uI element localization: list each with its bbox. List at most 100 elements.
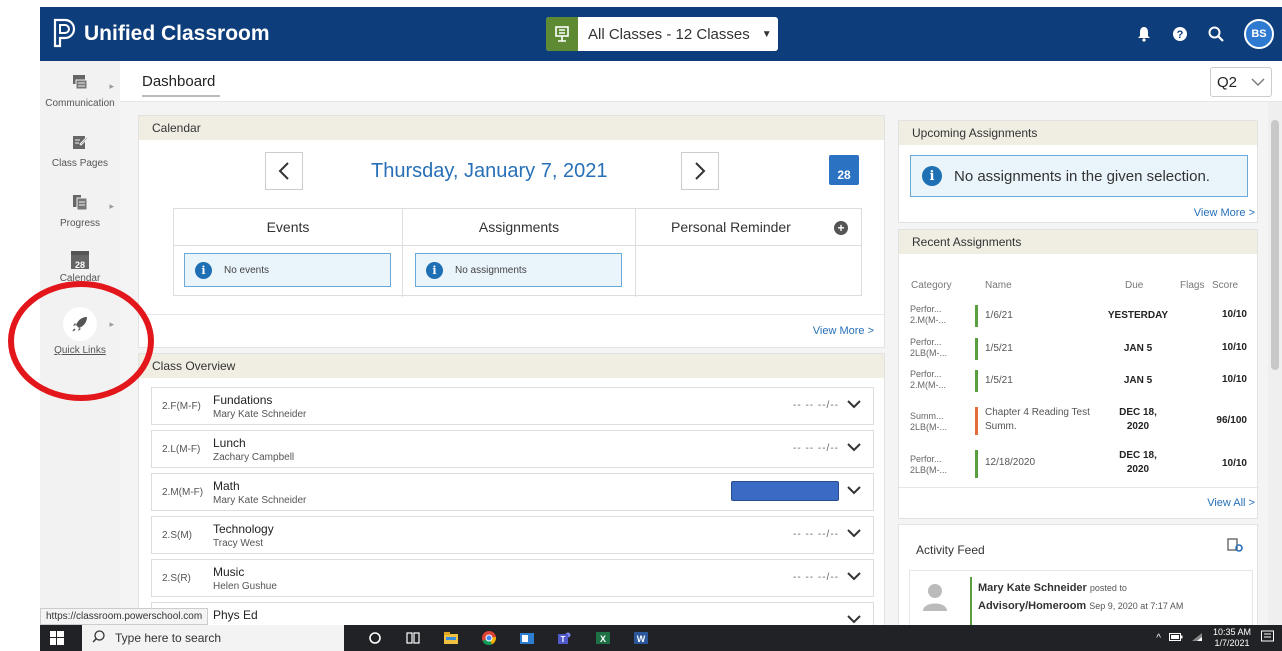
chevron-down-icon[interactable] bbox=[847, 482, 861, 498]
info-icon: i bbox=[195, 261, 212, 279]
scrollbar-thumb[interactable] bbox=[1271, 120, 1279, 370]
class-row-phys-ed[interactable]: Phys Ed bbox=[151, 602, 874, 625]
class-row-math[interactable]: 2.M(M-F) Math Mary Kate Schneider bbox=[151, 473, 874, 511]
sidebar-item-quick-links[interactable]: ▸ Quick Links bbox=[40, 307, 120, 356]
post-verb: posted to bbox=[1089, 583, 1127, 593]
status-bar-url: https://classroom.powerschool.com bbox=[40, 608, 209, 625]
category-color-bar bbox=[975, 305, 978, 327]
sidebar: ▸ Communication Class Pages ▸ Progress 2… bbox=[40, 61, 120, 625]
search-icon[interactable] bbox=[1198, 7, 1234, 61]
class-name: Math bbox=[213, 479, 240, 493]
chevron-up-icon[interactable]: ^ bbox=[1156, 633, 1161, 644]
assignment-category: Perfor... 2LB(M-... bbox=[910, 454, 948, 475]
chevron-down-icon[interactable] bbox=[847, 439, 861, 455]
class-teacher: Mary Kate Schneider bbox=[213, 495, 307, 506]
chevron-down-icon[interactable] bbox=[847, 396, 861, 412]
help-icon[interactable]: ? bbox=[1162, 7, 1198, 61]
powerschool-logo-icon[interactable] bbox=[52, 18, 76, 48]
recent-assignment-row[interactable]: Perfor... 2.M(M-... 1/5/21 JAN 5 10/10 bbox=[899, 369, 1259, 399]
outlook-icon[interactable] bbox=[512, 625, 542, 651]
class-row-lunch[interactable]: 2.L(M-F) Lunch Zachary Campbell -- -- --… bbox=[151, 430, 874, 468]
page-title: Dashboard bbox=[142, 73, 216, 90]
wifi-icon[interactable] bbox=[1191, 632, 1203, 645]
cortana-icon[interactable] bbox=[360, 625, 390, 651]
info-icon: i bbox=[922, 166, 942, 186]
calendar-table: Events i No events Assignments i No assi… bbox=[173, 208, 862, 297]
user-avatar[interactable]: BS bbox=[1244, 19, 1274, 49]
assignment-name: 1/6/21 bbox=[985, 310, 1013, 321]
taskbar-search-box[interactable]: Type here to search bbox=[82, 625, 344, 651]
app-title[interactable]: Unified Classroom bbox=[84, 22, 270, 46]
calendar-icon: 28 bbox=[71, 251, 89, 270]
assignment-score: 10/10 bbox=[1221, 374, 1247, 385]
class-row-fundations[interactable]: 2.F(M-F) Fundations Mary Kate Schneider … bbox=[151, 387, 874, 425]
title-underline bbox=[142, 95, 220, 97]
post-author[interactable]: Mary Kate Schneider bbox=[978, 582, 1087, 594]
chevron-down-icon[interactable] bbox=[847, 568, 861, 584]
word-icon[interactable]: W bbox=[626, 625, 656, 651]
previous-day-button[interactable] bbox=[265, 152, 303, 190]
post-target[interactable]: Advisory/Homeroom bbox=[978, 600, 1086, 612]
notification-center-icon[interactable] bbox=[1261, 630, 1274, 646]
clock-date: 1/7/2021 bbox=[1214, 638, 1250, 648]
sidebar-item-label: Communication bbox=[45, 98, 115, 109]
class-row-music[interactable]: 2.S(R) Music Helen Gushue -- -- --/-- bbox=[151, 559, 874, 597]
upcoming-view-more-link[interactable]: View More > bbox=[1194, 207, 1255, 219]
sidebar-item-calendar[interactable]: 28 Calendar bbox=[40, 251, 120, 284]
class-grade: -- -- --/-- bbox=[793, 572, 839, 583]
taskbar-clock[interactable]: 10:35 AM 1/7/2021 bbox=[1213, 627, 1251, 649]
chevron-left-icon bbox=[278, 162, 289, 180]
recent-assignment-row[interactable]: Perfor... 2.M(M-... 1/6/21 YESTERDAY 10/1… bbox=[899, 304, 1259, 334]
assignment-score: 10/10 bbox=[1221, 342, 1247, 353]
next-day-button[interactable] bbox=[681, 152, 719, 190]
battery-icon[interactable] bbox=[1168, 632, 1183, 644]
activity-settings-icon[interactable] bbox=[1227, 537, 1243, 556]
recent-assignment-row[interactable]: Perfor... 2LB(M-... 12/18/2020 DEC 18, 202… bbox=[899, 449, 1259, 479]
taskbar-search-placeholder: Type here to search bbox=[115, 631, 222, 645]
class-row-technology[interactable]: 2.S(M) Technology Tracy West -- -- --/-- bbox=[151, 516, 874, 554]
chevron-down-icon[interactable] bbox=[847, 611, 861, 625]
assignment-due: JAN 5 bbox=[1123, 375, 1153, 386]
personal-reminder-column: Personal Reminder bbox=[636, 209, 861, 297]
windows-start-icon[interactable] bbox=[50, 631, 64, 648]
sidebar-item-communication[interactable]: ▸ Communication bbox=[40, 73, 120, 109]
assignment-due: DEC 18, 2020 bbox=[1119, 407, 1157, 432]
file-explorer-icon[interactable] bbox=[436, 625, 466, 651]
term-selector-dropdown[interactable]: Q2 bbox=[1210, 67, 1272, 97]
recent-view-all-link[interactable]: View All > bbox=[1207, 497, 1255, 509]
class-name: Music bbox=[213, 565, 245, 579]
class-group-icon bbox=[546, 17, 578, 51]
recent-assignments-card: Recent Assignments Category Name Due Fla… bbox=[898, 229, 1259, 519]
add-reminder-button[interactable]: + bbox=[834, 221, 848, 235]
events-column-header: Events bbox=[174, 209, 402, 246]
chrome-icon[interactable] bbox=[474, 625, 504, 651]
chevron-down-icon bbox=[1251, 74, 1265, 91]
name-column-header: Name bbox=[985, 280, 1012, 291]
excel-icon[interactable]: X bbox=[588, 625, 618, 651]
communication-icon bbox=[40, 73, 120, 94]
calendar-view-more-link[interactable]: View More > bbox=[137, 314, 884, 337]
dashboard-content: Calendar Thursday, January 7, 2021 28 Ev… bbox=[120, 102, 1282, 625]
recent-assignments-title: Recent Assignments bbox=[899, 230, 1257, 254]
calendar-picker-icon[interactable]: 28 bbox=[829, 155, 859, 185]
sidebar-item-class-pages[interactable]: Class Pages bbox=[40, 133, 120, 169]
notification-bell-icon[interactable] bbox=[1126, 7, 1162, 61]
assignment-category: Perfor... 2LB(M-... bbox=[910, 337, 948, 358]
class-selector-dropdown[interactable]: All Classes - 12 Classes ▼ bbox=[546, 17, 778, 51]
assignment-category: Perfor... 2.M(M-... bbox=[910, 304, 946, 325]
teams-icon[interactable]: T bbox=[550, 625, 580, 651]
activity-post[interactable]: Mary Kate Schneider posted to Advisory/H… bbox=[909, 570, 1253, 625]
class-grade: -- -- --/-- bbox=[793, 400, 839, 411]
recent-assignment-row[interactable]: Perfor... 2LB(M-... 1/5/21 JAN 5 10/10 bbox=[899, 337, 1259, 367]
sidebar-item-label: Progress bbox=[59, 218, 100, 229]
page-scrollbar[interactable] bbox=[1268, 102, 1282, 625]
chevron-down-icon[interactable] bbox=[847, 525, 861, 541]
task-view-icon[interactable] bbox=[398, 625, 428, 651]
class-name: Phys Ed bbox=[213, 608, 258, 622]
sidebar-item-progress[interactable]: ▸ Progress bbox=[40, 193, 120, 229]
chevron-down-icon: ▼ bbox=[761, 28, 772, 40]
category-color-bar bbox=[975, 338, 978, 360]
chevron-right-icon: ▸ bbox=[109, 319, 114, 329]
assignment-name: 1/5/21 bbox=[985, 343, 1013, 354]
recent-assignment-row[interactable]: Summ... 2LB(M-... Chapter 4 Reading Test S… bbox=[899, 406, 1259, 436]
